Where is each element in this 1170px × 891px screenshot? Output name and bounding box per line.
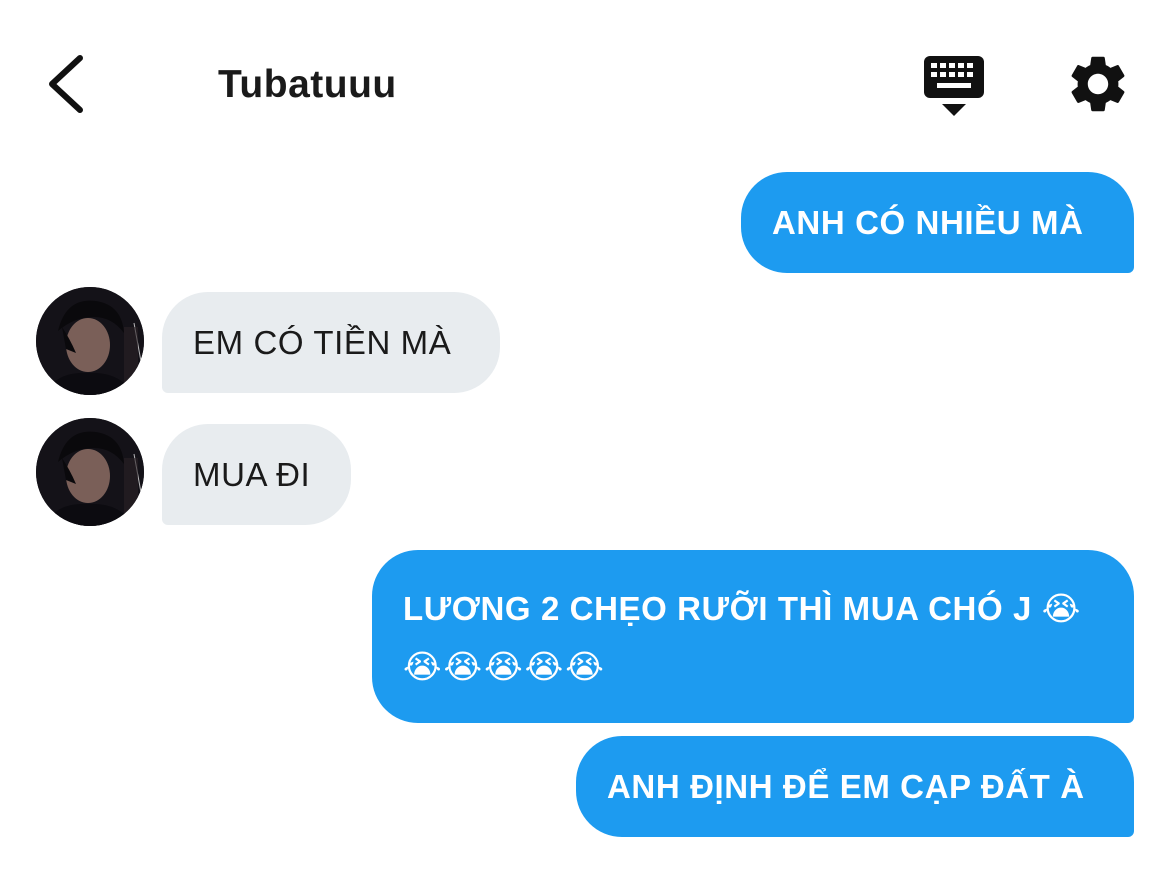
keyboard-icon bbox=[924, 56, 984, 116]
back-button[interactable] bbox=[38, 50, 98, 120]
message-bubble-incoming[interactable]: EM CÓ TIỀN MÀ bbox=[162, 292, 500, 393]
message-text: MUA ĐI bbox=[193, 456, 311, 493]
contact-avatar[interactable] bbox=[36, 418, 144, 526]
message-bubble-outgoing[interactable]: ANH ĐỊNH ĐỂ EM CẠP ĐẤT À bbox=[576, 736, 1134, 837]
chat-screen: Tubatuuu ANH CÓ NHIỀU MÀ EM CÓ TIỀN MÀ M… bbox=[0, 0, 1170, 891]
conversation-title: Tubatuuu bbox=[218, 63, 397, 106]
message-bubble-outgoing[interactable]: LƯƠNG 2 CHẸO RƯỠI THÌ MUA CHÓ J 😭 😭😭😭😭😭 bbox=[372, 550, 1134, 723]
message-bubble-incoming[interactable]: MUA ĐI bbox=[162, 424, 351, 525]
message-text: EM CÓ TIỀN MÀ bbox=[193, 324, 452, 361]
chevron-left-icon bbox=[49, 55, 83, 113]
gear-icon bbox=[1071, 56, 1125, 112]
message-emoji-line: 😭😭😭😭😭 bbox=[403, 648, 606, 685]
avatar-photo bbox=[36, 287, 144, 395]
message-bubble-outgoing[interactable]: ANH CÓ NHIỀU MÀ bbox=[741, 172, 1134, 273]
message-text: ANH ĐỊNH ĐỂ EM CẠP ĐẤT À bbox=[607, 768, 1085, 805]
settings-button[interactable] bbox=[1064, 50, 1132, 118]
message-text: ANH CÓ NHIỀU MÀ bbox=[772, 204, 1084, 241]
contact-avatar[interactable] bbox=[36, 287, 144, 395]
keyboard-toggle-button[interactable] bbox=[918, 52, 990, 120]
message-text-line: LƯƠNG 2 CHẸO RƯỠI THÌ MUA CHÓ J 😭 bbox=[403, 590, 1081, 627]
avatar-photo bbox=[36, 418, 144, 526]
